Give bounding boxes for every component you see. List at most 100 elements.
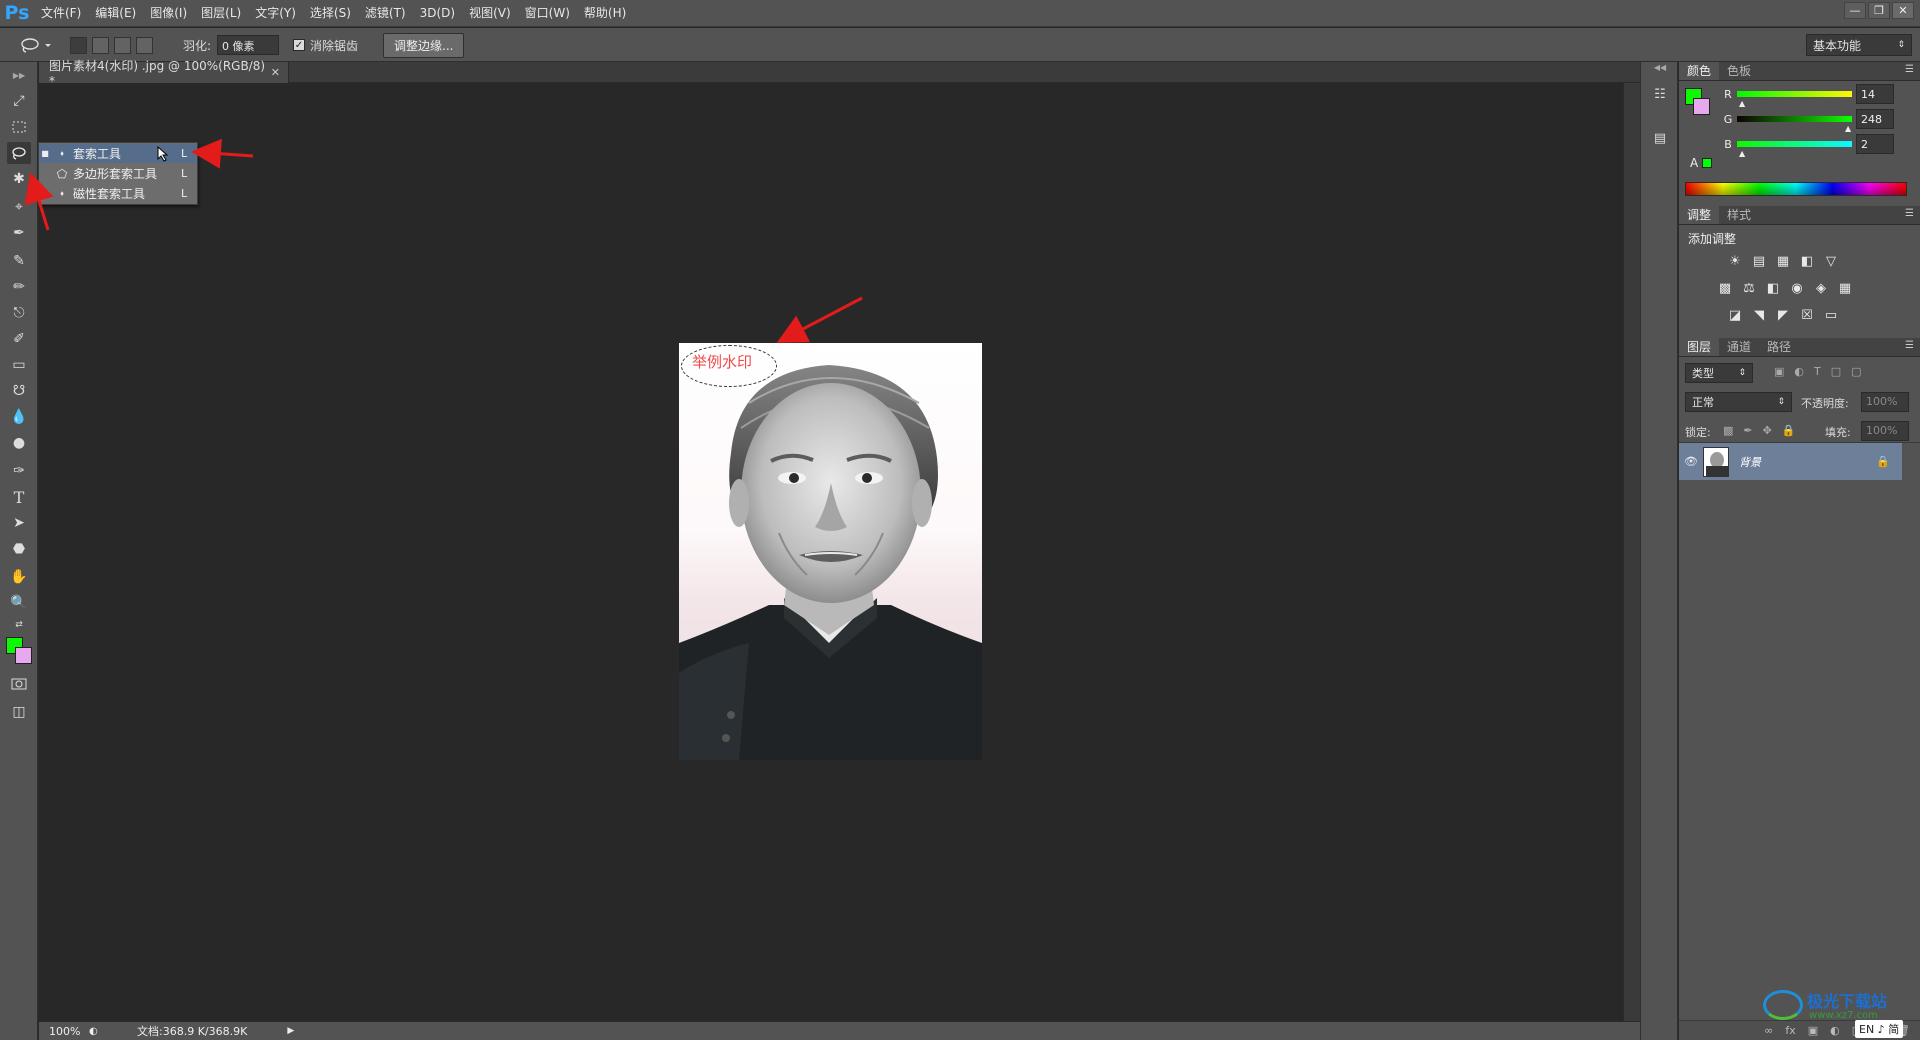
flyout-item-magnetic-lasso[interactable]: ⬪ 磁性套索工具 L xyxy=(39,184,197,203)
menu-window[interactable]: 窗口(W) xyxy=(518,0,577,27)
move-tool-icon[interactable]: ⤢ xyxy=(7,90,31,112)
close-tab-icon[interactable]: ✕ xyxy=(271,66,280,79)
history-panel-icon[interactable]: ☷ xyxy=(1650,84,1670,104)
restore-icon[interactable]: ❐ xyxy=(1868,2,1890,19)
blend-mode-select[interactable]: 正常 ⇕ xyxy=(1685,392,1792,412)
hand-tool-icon[interactable]: ✋ xyxy=(7,566,31,588)
add-selection-icon[interactable] xyxy=(92,36,109,54)
ime-indicator[interactable]: EN ♪ 简 xyxy=(1855,1020,1904,1038)
properties-panel-icon[interactable]: ▤ xyxy=(1650,128,1670,148)
curves-icon[interactable]: ▦ xyxy=(1773,252,1793,270)
layer-filter-select[interactable]: 类型 ⇕ xyxy=(1685,363,1753,383)
filter-adjustment-icon[interactable]: ◐ xyxy=(1794,365,1804,378)
tab-styles[interactable]: 样式 xyxy=(1719,206,1759,224)
hue-saturation-icon[interactable]: ▩ xyxy=(1715,279,1735,297)
invert-icon[interactable]: ◪ xyxy=(1725,306,1745,324)
color-balance-icon[interactable]: ⚖ xyxy=(1739,279,1759,297)
color-lookup-icon[interactable]: ▦ xyxy=(1835,279,1855,297)
fill-input[interactable]: 100% xyxy=(1861,421,1909,441)
zoom-tool-icon[interactable]: 🔍 xyxy=(7,592,31,614)
crop-tool-icon[interactable]: ⌖ xyxy=(7,196,31,218)
blue-value-input[interactable]: 2 xyxy=(1856,134,1894,154)
menu-help[interactable]: 帮助(H) xyxy=(577,0,633,27)
tab-paths[interactable]: 路径 xyxy=(1759,338,1799,356)
blue-slider-thumb-icon[interactable]: ▲ xyxy=(1739,149,1745,158)
document-tab[interactable]: 图片素材4(水印) .jpg @ 100%(RGB/8) * ✕ xyxy=(39,59,289,88)
levels-icon[interactable]: ▤ xyxy=(1749,252,1769,270)
new-selection-icon[interactable] xyxy=(70,36,87,54)
panel-collapse-icon[interactable]: ▶▶ xyxy=(7,70,31,80)
lasso-tool-icon[interactable] xyxy=(7,142,31,164)
magic-wand-tool-icon[interactable]: ✱ xyxy=(7,168,31,190)
menu-filter[interactable]: 滤镜(T) xyxy=(358,0,413,27)
screen-mode-icon[interactable]: ◫ xyxy=(7,701,31,723)
marquee-tool-icon[interactable] xyxy=(7,116,31,138)
photo-filter-icon[interactable]: ◉ xyxy=(1787,279,1807,297)
lock-transparent-icon[interactable]: ▩ xyxy=(1723,424,1733,437)
lock-position-icon[interactable]: ✥ xyxy=(1763,424,1772,437)
red-value-input[interactable]: 14 xyxy=(1856,84,1894,104)
red-slider[interactable] xyxy=(1737,91,1852,97)
menu-view[interactable]: 视图(V) xyxy=(462,0,518,27)
close-icon[interactable]: ✕ xyxy=(1892,2,1914,19)
clone-stamp-tool-icon[interactable]: ⎋ xyxy=(7,302,31,324)
web-color-swatch[interactable] xyxy=(1702,158,1712,168)
tab-adjustments[interactable]: 调整 xyxy=(1679,206,1720,224)
vibrance-icon[interactable]: ▽ xyxy=(1821,252,1841,270)
panel-menu-icon[interactable]: ☰ xyxy=(1905,340,1914,351)
refine-edge-button[interactable]: 调整边缘... xyxy=(383,32,465,58)
black-white-icon[interactable]: ◧ xyxy=(1763,279,1783,297)
menu-image[interactable]: 图像(I) xyxy=(143,0,194,27)
layer-row-background[interactable]: 👁 背景 🔒 xyxy=(1679,443,1902,480)
threshold-icon[interactable]: ◤ xyxy=(1773,306,1793,324)
pen-tool-icon[interactable]: ✑ xyxy=(7,460,31,482)
channel-mixer-icon[interactable]: ◈ xyxy=(1811,279,1831,297)
type-tool-icon[interactable]: T xyxy=(7,486,31,508)
panel-menu-icon[interactable]: ☰ xyxy=(1905,208,1914,219)
filter-shape-icon[interactable]: □ xyxy=(1831,365,1841,378)
eyedropper-tool-icon[interactable]: ✒ xyxy=(7,222,31,244)
menu-type[interactable]: 文字(Y) xyxy=(248,0,303,27)
panel-menu-icon[interactable]: ☰ xyxy=(1905,64,1914,75)
flyout-item-lasso[interactable]: ■ ⬪ 套索工具 L xyxy=(39,144,197,163)
minimize-icon[interactable]: — xyxy=(1844,2,1866,19)
path-selection-tool-icon[interactable]: ➤ xyxy=(7,512,31,534)
flyout-item-polygonal-lasso[interactable]: ⬠ 多边形套索工具 L xyxy=(39,164,197,183)
feather-input[interactable]: 0 像素 xyxy=(217,35,280,55)
green-slider[interactable] xyxy=(1737,116,1852,122)
layer-name[interactable]: 背景 xyxy=(1739,454,1761,470)
dodge-tool-icon[interactable]: ● xyxy=(7,432,31,454)
eye-visibility-icon[interactable]: 👁 xyxy=(1679,455,1703,468)
paint-bucket-tool-icon[interactable]: ☋ xyxy=(7,380,31,402)
color-spectrum-bar[interactable] xyxy=(1685,182,1907,196)
antialias-checkbox[interactable]: ✓ xyxy=(293,39,305,51)
lock-image-icon[interactable]: ✒ xyxy=(1743,424,1752,437)
tab-color[interactable]: 颜色 xyxy=(1679,62,1720,80)
filter-smart-object-icon[interactable]: ▢ xyxy=(1851,365,1861,378)
color-bg-swatch[interactable] xyxy=(1693,98,1710,115)
menu-select[interactable]: 选择(S) xyxy=(303,0,358,27)
background-color-swatch[interactable] xyxy=(15,647,32,664)
tab-swatches[interactable]: 色板 xyxy=(1719,62,1759,80)
lock-all-icon[interactable]: 🔒 xyxy=(1782,424,1796,437)
vertical-scrollbar[interactable] xyxy=(1623,83,1640,1021)
history-brush-tool-icon[interactable]: ✐ xyxy=(7,328,31,350)
filter-pixel-icon[interactable]: ▣ xyxy=(1774,365,1784,378)
workspace-select[interactable]: 基本功能 ⇕ xyxy=(1806,34,1912,56)
gradient-map-icon[interactable]: ▭ xyxy=(1821,306,1841,324)
filter-type-icon[interactable]: T xyxy=(1814,365,1821,378)
blur-tool-icon[interactable]: 💧 xyxy=(7,406,31,428)
swap-colors-icon[interactable]: ⇄ xyxy=(7,618,31,632)
brush-tool-icon[interactable]: ✏ xyxy=(7,276,31,298)
zoom-level[interactable]: 100% xyxy=(39,1025,89,1038)
menu-edit[interactable]: 编辑(E) xyxy=(88,0,143,27)
selective-color-icon[interactable]: ☒ xyxy=(1797,306,1817,324)
menu-file[interactable]: 文件(F) xyxy=(34,0,88,27)
subtract-selection-icon[interactable] xyxy=(114,36,131,54)
healing-brush-tool-icon[interactable]: ✎ xyxy=(7,250,31,272)
intersect-selection-icon[interactable] xyxy=(136,36,153,54)
tab-channels[interactable]: 通道 xyxy=(1719,338,1759,356)
shape-tool-icon[interactable]: ⬣ xyxy=(7,538,31,560)
opacity-input[interactable]: 100% xyxy=(1861,392,1909,412)
blue-slider[interactable] xyxy=(1737,141,1852,147)
